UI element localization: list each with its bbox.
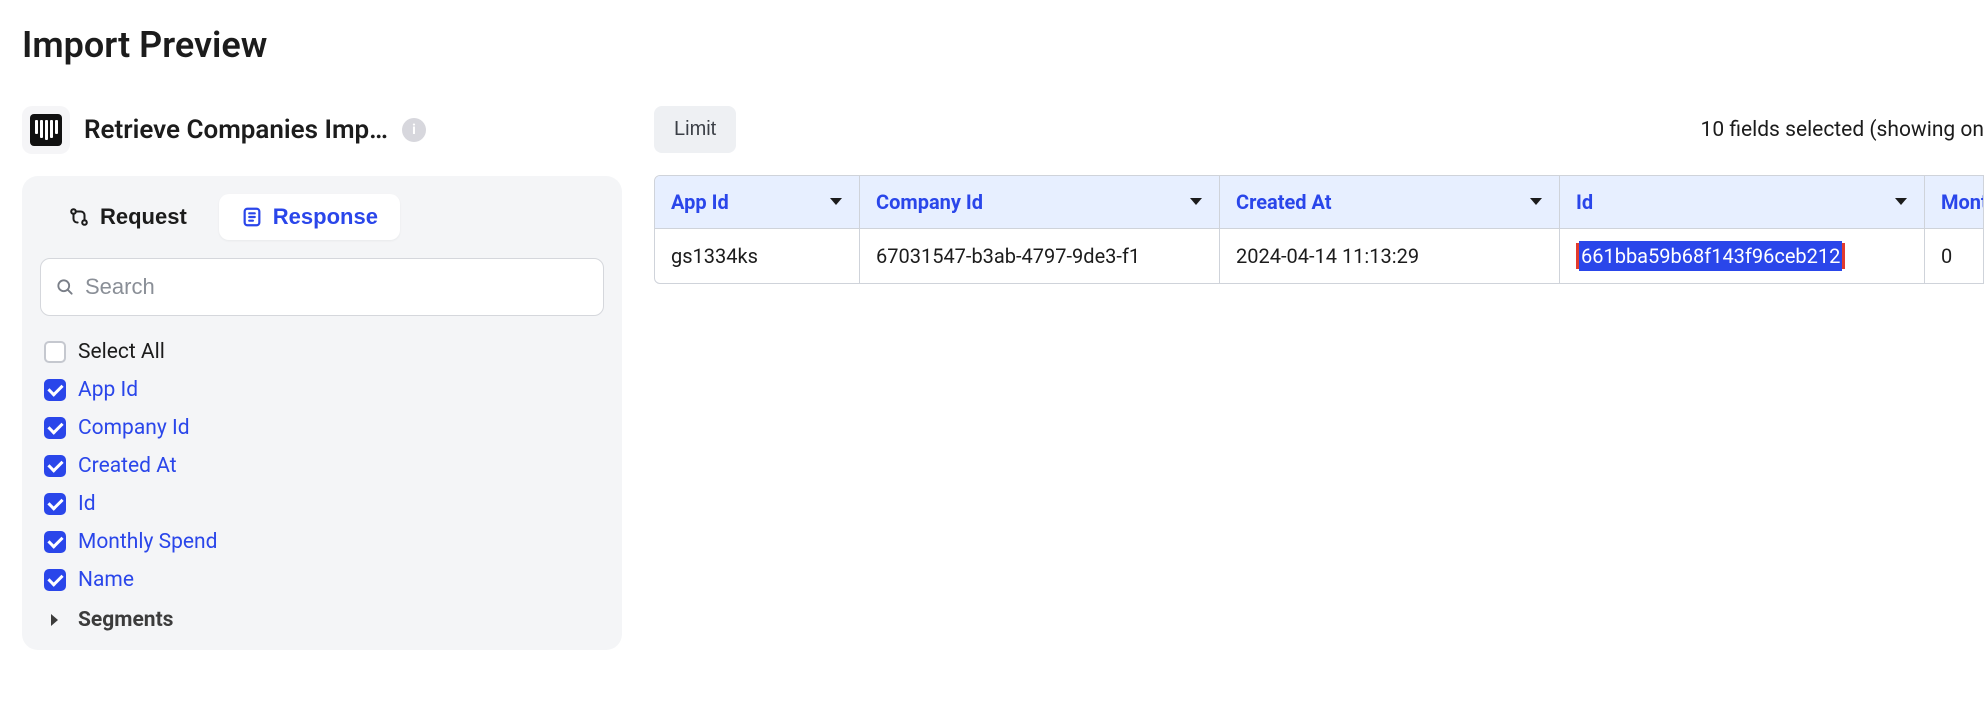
- checkbox-checked-icon: [44, 569, 66, 591]
- col-created-at[interactable]: Created At: [1220, 176, 1560, 228]
- preview-table: App Id Company Id Created At Id Month: [654, 175, 1984, 284]
- source-name: Retrieve Companies Imp…: [84, 115, 388, 145]
- field-company-id[interactable]: Company Id: [44, 416, 604, 440]
- checkbox-unchecked-icon: [44, 341, 66, 363]
- search-input-wrap[interactable]: [40, 258, 604, 316]
- tabs: Request Response: [40, 194, 604, 240]
- info-icon[interactable]: i: [402, 118, 426, 142]
- field-segments[interactable]: Segments: [44, 608, 604, 632]
- field-list: Select All App Id Company Id Created At …: [40, 340, 604, 632]
- request-icon: [68, 206, 90, 228]
- field-label: Monthly Spend: [78, 530, 217, 554]
- checkbox-checked-icon: [44, 417, 66, 439]
- cell-app-id: gs1334ks: [655, 229, 860, 283]
- highlight-box: 661bba59b68f143f96ceb212: [1576, 243, 1845, 269]
- checkbox-checked-icon: [44, 493, 66, 515]
- col-id[interactable]: Id: [1560, 176, 1925, 228]
- cell-month: 0: [1925, 229, 1983, 283]
- chevron-down-icon: [829, 197, 843, 207]
- field-label: Company Id: [78, 416, 190, 440]
- table-row: gs1334ks 67031547-b3ab-4797-9de3-f1 2024…: [655, 229, 1983, 283]
- chevron-down-icon: [1894, 197, 1908, 207]
- tab-response[interactable]: Response: [219, 194, 400, 240]
- checkbox-checked-icon: [44, 531, 66, 553]
- field-name[interactable]: Name: [44, 568, 604, 592]
- checkbox-checked-icon: [44, 379, 66, 401]
- col-label: Created At: [1236, 190, 1332, 214]
- col-month[interactable]: Month: [1925, 176, 1983, 228]
- field-label: Name: [78, 568, 134, 592]
- search-input[interactable]: [85, 274, 589, 300]
- intercom-logo: [22, 106, 70, 154]
- limit-button[interactable]: Limit: [654, 106, 736, 153]
- cell-company-id: 67031547-b3ab-4797-9de3-f1: [860, 229, 1220, 283]
- page-title: Import Preview: [22, 24, 1984, 66]
- fields-selected-text: 10 fields selected (showing on: [1701, 118, 1984, 142]
- sidebar-panel: Request Response Select All: [22, 176, 622, 650]
- select-all-label: Select All: [78, 340, 165, 364]
- response-icon: [241, 206, 263, 228]
- tab-request-label: Request: [100, 204, 187, 230]
- cell-id[interactable]: 661bba59b68f143f96ceb212: [1560, 229, 1925, 283]
- search-icon: [55, 277, 75, 297]
- field-monthly-spend[interactable]: Monthly Spend: [44, 530, 604, 554]
- field-app-id[interactable]: App Id: [44, 378, 604, 402]
- field-label: Id: [78, 492, 96, 516]
- field-label: Created At: [78, 454, 177, 478]
- field-created-at[interactable]: Created At: [44, 454, 604, 478]
- chevron-right-icon: [44, 613, 66, 627]
- col-label: App Id: [671, 190, 729, 214]
- table-header: App Id Company Id Created At Id Month: [655, 176, 1983, 229]
- col-label: Month: [1941, 190, 1983, 214]
- tab-response-label: Response: [273, 204, 378, 230]
- field-label: Segments: [78, 608, 173, 632]
- tab-request[interactable]: Request: [46, 194, 209, 240]
- col-label: Id: [1576, 190, 1593, 214]
- cell-id-value: 661bba59b68f143f96ceb212: [1579, 241, 1842, 271]
- source-header: Retrieve Companies Imp… i: [22, 106, 622, 154]
- cell-created-at: 2024-04-14 11:13:29: [1220, 229, 1560, 283]
- chevron-down-icon: [1529, 197, 1543, 207]
- checkbox-checked-icon: [44, 455, 66, 477]
- col-label: Company Id: [876, 190, 983, 214]
- field-id[interactable]: Id: [44, 492, 604, 516]
- field-label: App Id: [78, 378, 138, 402]
- col-app-id[interactable]: App Id: [655, 176, 860, 228]
- select-all[interactable]: Select All: [44, 340, 604, 364]
- chevron-down-icon: [1189, 197, 1203, 207]
- col-company-id[interactable]: Company Id: [860, 176, 1220, 228]
